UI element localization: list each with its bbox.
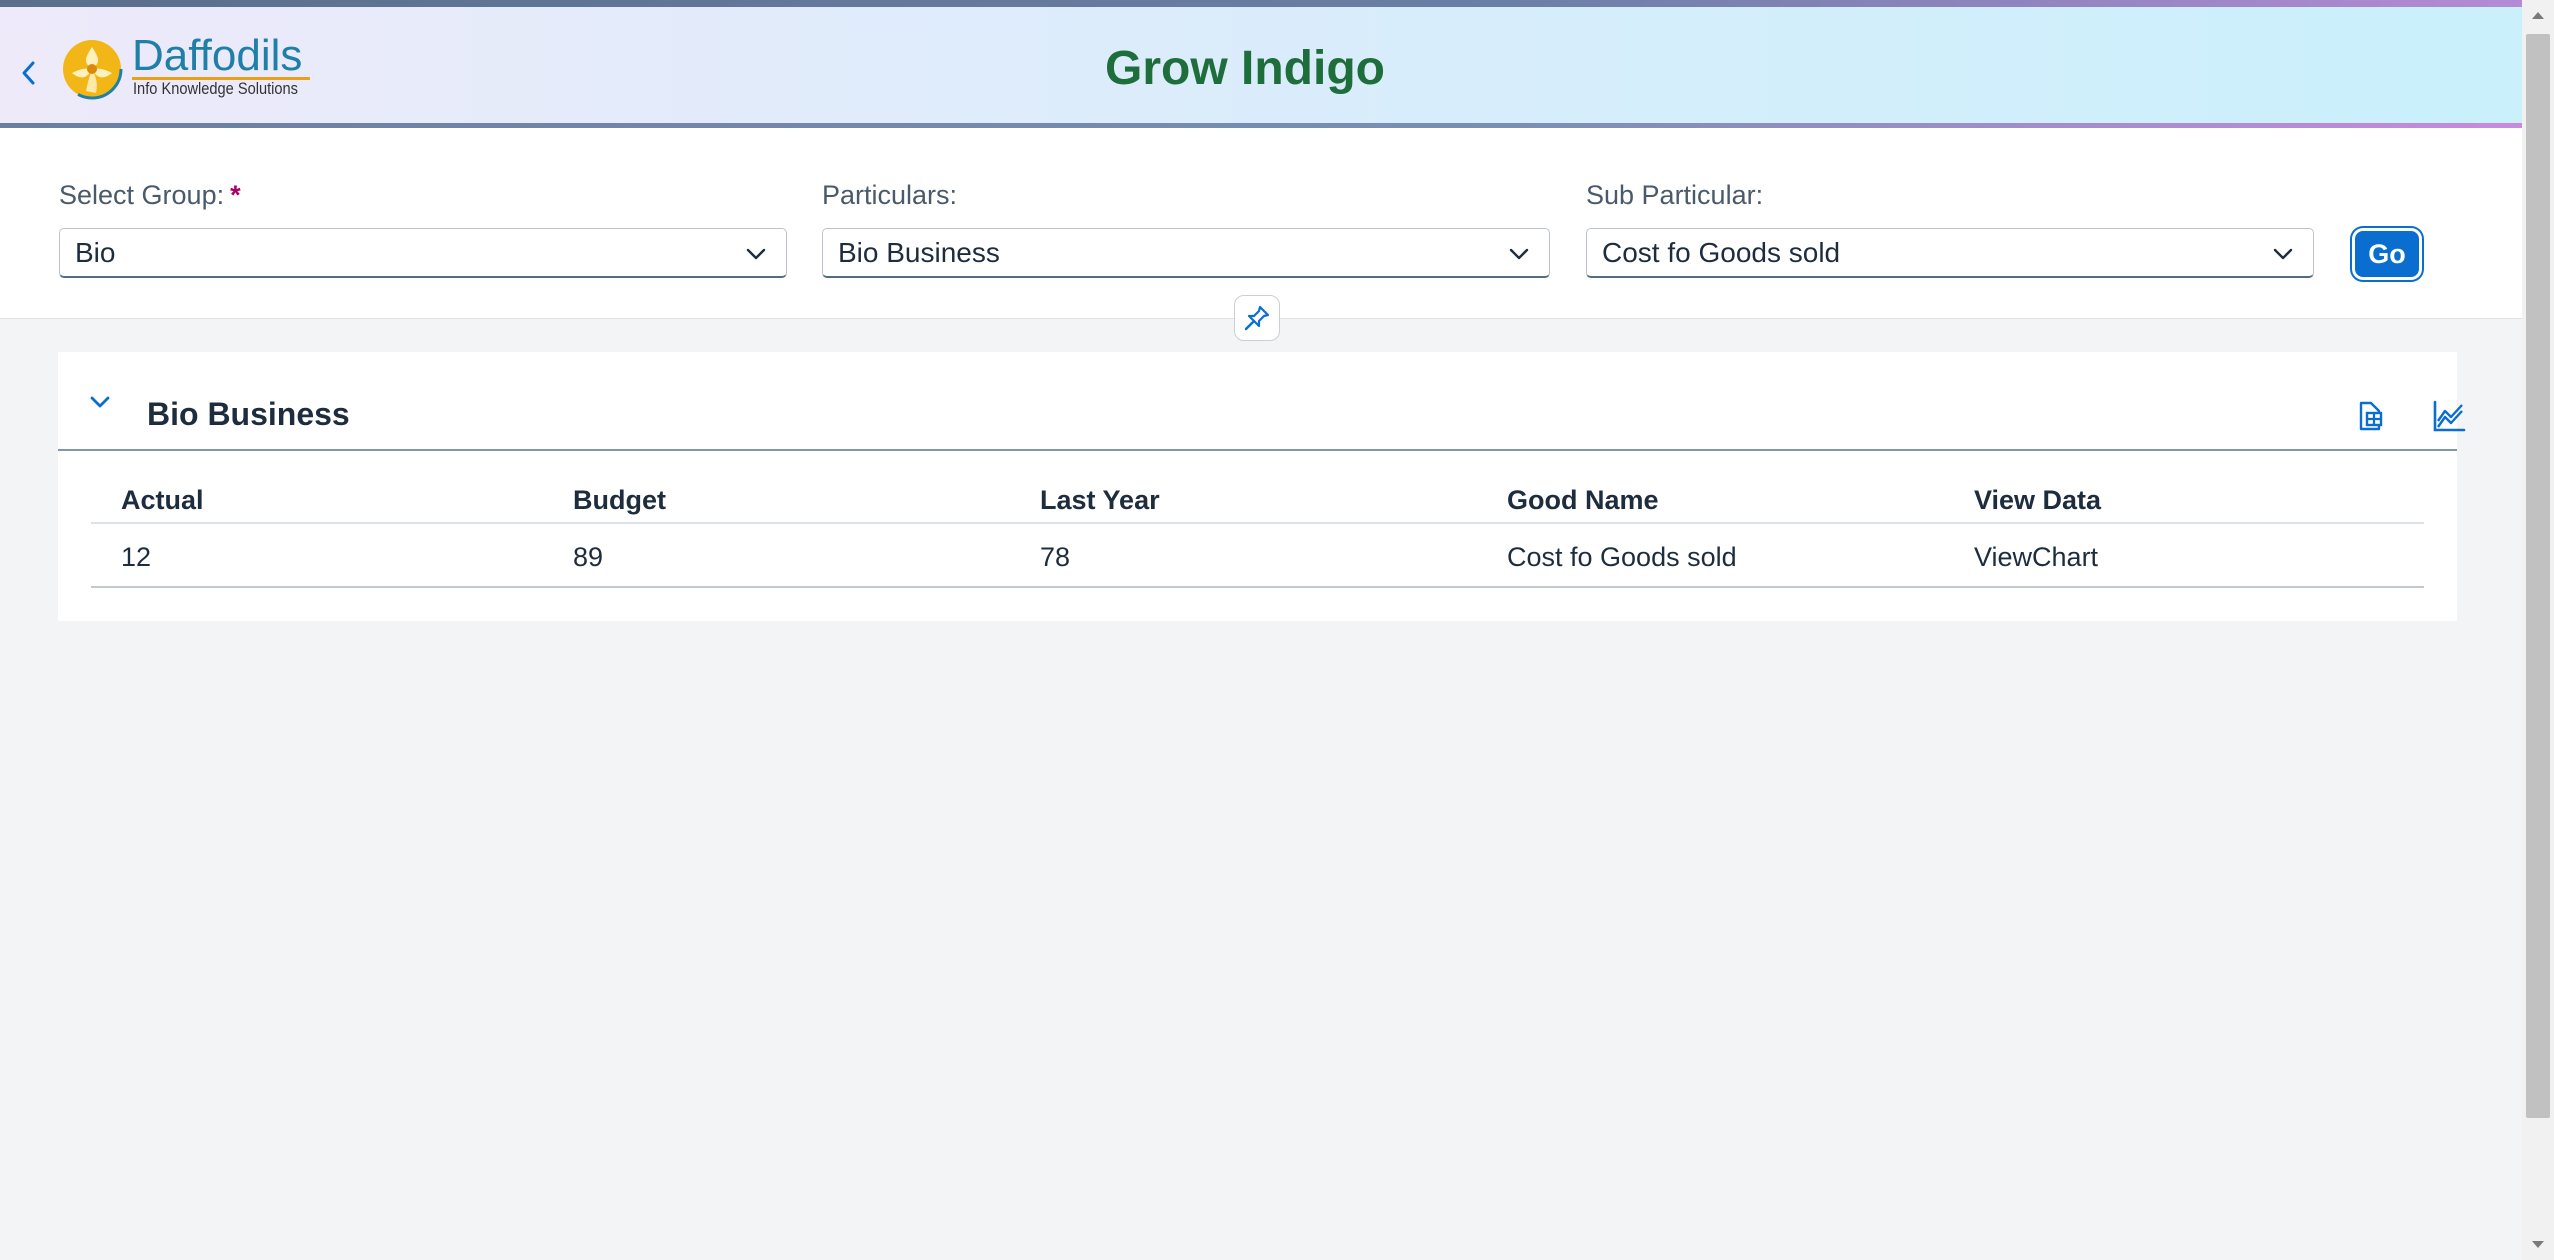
cell-actual: 12: [121, 542, 152, 572]
particulars-label: Particulars:: [822, 180, 958, 210]
select-group-dropdown[interactable]: Bio: [59, 228, 787, 278]
pin-icon: [1244, 305, 1270, 331]
chevron-down-icon: [2273, 248, 2293, 260]
column-header-good-name: Good Name: [1507, 485, 1659, 515]
table-header-row: Actual Budget Last Year Good Name View D…: [91, 449, 2424, 524]
shell-header: Daffodils Info Knowledge Solutions Grow …: [0, 7, 2522, 125]
app-title: Grow Indigo: [1105, 42, 1385, 95]
view-chart-link[interactable]: ViewChart: [1974, 542, 2098, 573]
triangle-up-icon: [2532, 12, 2544, 19]
export-table-button[interactable]: [2348, 394, 2392, 438]
column-header-last-year: Last Year: [1040, 485, 1160, 515]
particulars-dropdown[interactable]: Bio Business: [822, 228, 1550, 278]
scroll-up-button[interactable]: [2526, 4, 2550, 26]
bio-business-panel: Bio Business Actual Budget Last Year Goo…: [58, 352, 2466, 621]
cell-budget: 89: [573, 542, 604, 572]
data-table: Actual Budget Last Year Good Name View D…: [91, 449, 2424, 588]
select-group-label-text: Select Group:: [59, 180, 225, 210]
scrollbar-thumb[interactable]: [2526, 34, 2550, 1118]
cell-good-name: Cost fo Goods sold: [1507, 542, 1737, 572]
column-header-budget: Budget: [573, 485, 666, 515]
select-group-label: Select Group: *: [59, 180, 241, 211]
sub-particular-value: Cost fo Goods sold: [1602, 237, 1841, 268]
chevron-down-icon: [90, 396, 110, 408]
triangle-down-icon: [2532, 1241, 2544, 1248]
chevron-down-icon: [1509, 248, 1529, 260]
view-chart-toolbar-button[interactable]: [2427, 394, 2471, 438]
header-top-strip: [0, 0, 2522, 7]
collapse-panel-button[interactable]: [82, 384, 118, 420]
select-group-value: Bio: [75, 237, 116, 268]
go-button[interactable]: Go: [2355, 231, 2419, 277]
table-export-icon: [2359, 401, 2383, 431]
panel-title: Bio Business: [147, 396, 350, 432]
sub-particular-label: Sub Particular:: [1586, 180, 1764, 210]
cell-last-year: 78: [1040, 542, 1071, 572]
sub-particular-dropdown[interactable]: Cost fo Goods sold: [1586, 228, 2314, 278]
table-row: 12 89 78 Cost fo Goods sold ViewChart: [91, 524, 2424, 588]
filter-bar: Select Group: * Bio Particulars: Bio Busi…: [0, 128, 2522, 319]
required-marker: *: [230, 180, 241, 210]
column-header-view-data: View Data: [1974, 485, 2102, 515]
scroll-down-button[interactable]: [2526, 1234, 2550, 1256]
particulars-value: Bio Business: [838, 237, 1000, 268]
chevron-down-icon: [746, 248, 766, 260]
pin-header-button[interactable]: [1234, 295, 1280, 341]
column-header-actual: Actual: [121, 485, 204, 515]
area-chart-icon: [2433, 400, 2466, 432]
panel-header: Bio Business: [58, 352, 2466, 451]
